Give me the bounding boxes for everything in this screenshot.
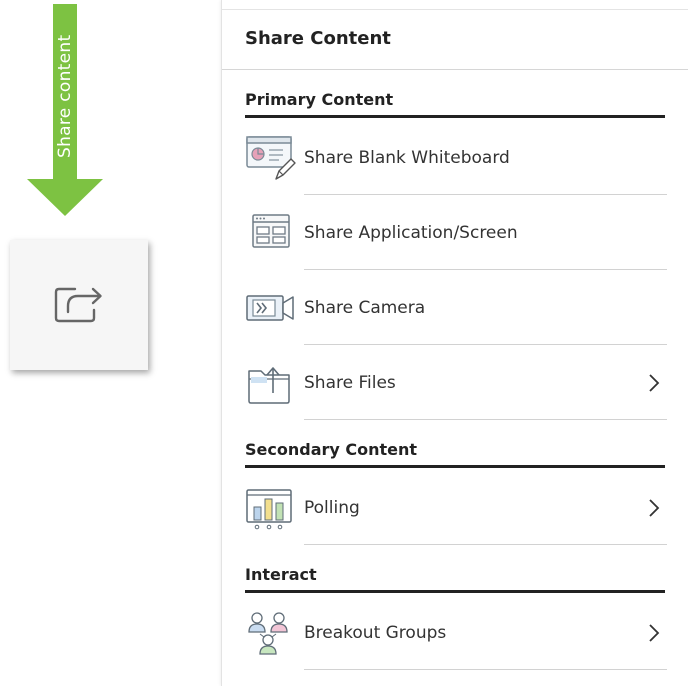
share-arrow-icon bbox=[51, 277, 107, 333]
share-content-callout-arrow: Share content bbox=[27, 4, 103, 216]
share-content-button[interactable] bbox=[10, 240, 148, 370]
polling-label: Polling bbox=[304, 498, 360, 518]
breakout-groups-icon bbox=[245, 609, 297, 657]
chevron-right-icon bbox=[649, 624, 660, 642]
item-divider bbox=[304, 669, 667, 670]
polling-item[interactable]: Polling bbox=[245, 471, 667, 545]
callout-label: Share content bbox=[55, 34, 75, 158]
section-title-interact: Interact bbox=[245, 565, 665, 593]
chevron-right-icon bbox=[649, 499, 660, 517]
share-files-icon bbox=[245, 359, 297, 407]
whiteboard-icon bbox=[245, 134, 297, 182]
share-files-label: Share Files bbox=[304, 373, 396, 393]
share-blank-whiteboard-item[interactable]: Share Blank Whiteboard bbox=[245, 121, 667, 195]
share-files-item[interactable]: Share Files bbox=[245, 346, 667, 420]
item-divider bbox=[304, 269, 667, 270]
polling-icon bbox=[245, 484, 297, 532]
panel-title: Share Content bbox=[245, 28, 391, 49]
item-divider bbox=[304, 194, 667, 195]
panel-header: Share Content bbox=[222, 9, 688, 70]
share-application-screen-label: Share Application/Screen bbox=[304, 223, 518, 243]
share-content-panel: Share Content Primary Content Share Blan… bbox=[221, 0, 688, 686]
section-title-secondary: Secondary Content bbox=[245, 440, 665, 468]
breakout-groups-item[interactable]: Breakout Groups bbox=[245, 596, 667, 670]
item-divider bbox=[304, 419, 667, 420]
share-camera-label: Share Camera bbox=[304, 298, 426, 318]
share-application-screen-item[interactable]: Share Application/Screen bbox=[245, 196, 667, 270]
share-blank-whiteboard-label: Share Blank Whiteboard bbox=[304, 148, 510, 168]
section-title-primary: Primary Content bbox=[245, 90, 665, 118]
item-divider bbox=[304, 544, 667, 545]
item-divider bbox=[304, 344, 667, 345]
application-screen-icon bbox=[245, 209, 297, 257]
camera-icon bbox=[245, 284, 297, 332]
breakout-groups-label: Breakout Groups bbox=[304, 623, 447, 643]
chevron-right-icon bbox=[649, 374, 660, 392]
share-camera-item[interactable]: Share Camera bbox=[245, 271, 667, 345]
share-content-screen: Share content Share Content Primary Cont… bbox=[0, 0, 688, 686]
